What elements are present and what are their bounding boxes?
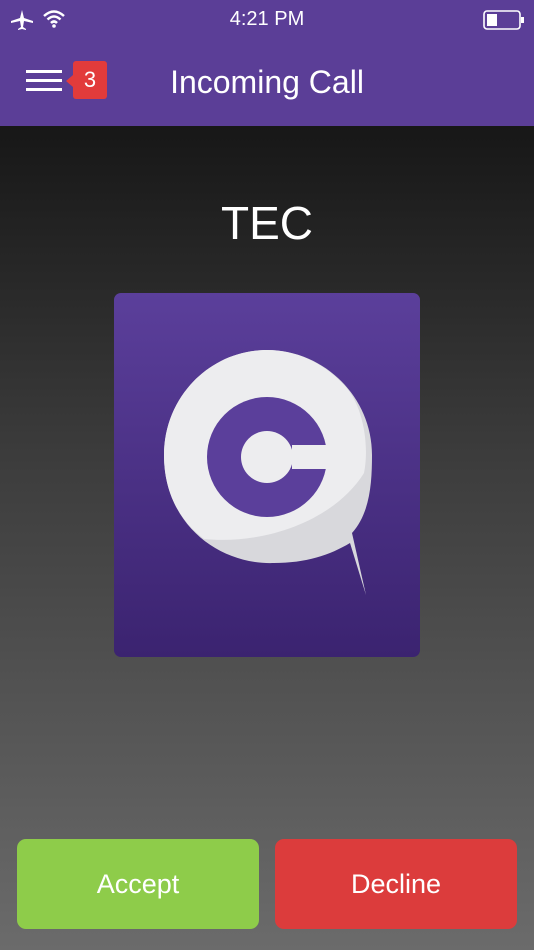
decline-button[interactable]: Decline [275, 839, 517, 929]
status-time: 4:21 PM [229, 8, 305, 30]
accept-button[interactable]: Accept [17, 839, 259, 929]
page-title: Incoming Call [170, 64, 364, 100]
chat-bubble-logo-icon [164, 350, 372, 595]
status-bar: 4:21 PM [0, 0, 534, 40]
battery-icon [483, 10, 524, 30]
app-header: 4:21 PM 3 Incoming Call [0, 0, 534, 126]
incoming-call-panel: TEC Accept Decline [0, 126, 534, 950]
caller-name: TEC [221, 197, 313, 249]
caller-avatar [114, 293, 420, 657]
